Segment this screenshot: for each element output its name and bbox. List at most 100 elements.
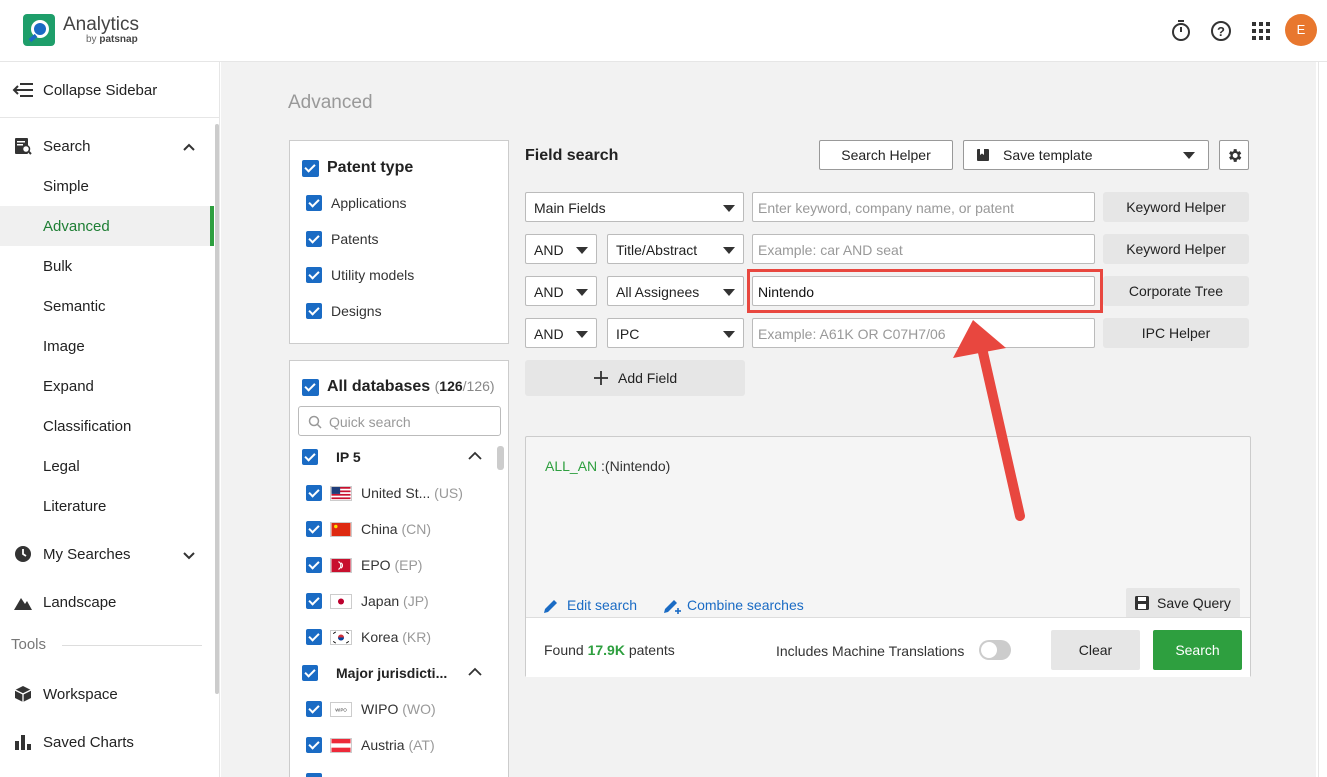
help-icon[interactable]: ? xyxy=(1209,19,1233,43)
search-icon xyxy=(308,415,322,429)
sidebar-item-label: Image xyxy=(43,338,85,355)
utility-models-checkbox[interactable] xyxy=(306,267,322,283)
corporate-tree-button[interactable]: Corporate Tree xyxy=(1103,276,1249,306)
chevron-up-icon[interactable] xyxy=(182,140,196,154)
sidebar-item-expand[interactable]: Expand xyxy=(0,366,214,406)
db-item-jp[interactable]: Japan (JP) xyxy=(361,593,429,609)
operator-select-row2[interactable]: AND xyxy=(525,234,597,264)
sidebar-item-advanced[interactable]: Advanced xyxy=(0,206,214,246)
chevron-up-icon[interactable] xyxy=(467,665,483,679)
page-scrollbar[interactable] xyxy=(1318,62,1327,777)
databases-panel: All databases (126/126) Quick search IP … xyxy=(289,360,509,777)
ipc-select[interactable]: IPC xyxy=(607,318,744,348)
cn-checkbox[interactable] xyxy=(306,521,322,537)
chevron-down-icon[interactable] xyxy=(182,548,196,562)
main-fields-input[interactable]: Enter keyword, company name, or patent xyxy=(752,192,1095,222)
sidebar-scrollbar[interactable] xyxy=(215,124,219,694)
databases-selected-count: 126 xyxy=(439,378,462,394)
patent-type-all-checkbox[interactable] xyxy=(302,160,319,177)
database-quick-search-input[interactable]: Quick search xyxy=(298,406,501,436)
search-button[interactable]: Search xyxy=(1153,630,1242,670)
title-abstract-select[interactable]: Title/Abstract xyxy=(607,234,744,264)
save-template-dropdown[interactable]: Save template xyxy=(963,140,1209,170)
save-query-button[interactable]: Save Query xyxy=(1126,588,1240,618)
db-name-us: United St... xyxy=(361,485,430,501)
tools-section-label: Tools xyxy=(11,636,46,653)
epo-logo-icon xyxy=(330,558,352,573)
next-db-checkbox[interactable] xyxy=(306,773,322,777)
analytics-logo-icon[interactable] xyxy=(23,14,55,46)
apps-grid-icon[interactable] xyxy=(1249,19,1273,43)
major-jurisdictions-checkbox[interactable] xyxy=(302,665,318,681)
wo-checkbox[interactable] xyxy=(306,701,322,717)
ep-checkbox[interactable] xyxy=(306,557,322,573)
sidebar-item-classification[interactable]: Classification xyxy=(0,406,214,446)
sidebar-item-legal[interactable]: Legal xyxy=(0,446,214,486)
designs-checkbox[interactable] xyxy=(306,303,322,319)
db-item-at[interactable]: Austria (AT) xyxy=(361,737,435,753)
operator-select-row3[interactable]: AND xyxy=(525,276,597,306)
sidebar-item-workspace-label: Workspace xyxy=(43,686,118,703)
machine-translations-toggle[interactable] xyxy=(979,640,1011,660)
us-checkbox[interactable] xyxy=(306,485,322,501)
caret-down-icon xyxy=(723,331,735,338)
sidebar-item-my-searches[interactable]: My Searches xyxy=(0,534,214,574)
sidebar-item-saved-charts[interactable]: Saved Charts xyxy=(0,722,214,762)
add-field-button[interactable]: Add Field xyxy=(525,360,745,396)
db-item-ep[interactable]: EPO (EP) xyxy=(361,557,422,573)
db-name-at: Austria xyxy=(361,737,405,753)
ipc-helper-button[interactable]: IPC Helper xyxy=(1103,318,1249,348)
plus-icon xyxy=(594,371,608,385)
db-item-cn[interactable]: China (CN) xyxy=(361,521,431,537)
db-item-wo[interactable]: WIPO (WO) xyxy=(361,701,436,717)
app-subtitle-brand: patsnap xyxy=(99,34,137,45)
at-checkbox[interactable] xyxy=(306,737,322,753)
databases-scrollbar[interactable] xyxy=(497,446,504,470)
sidebar-item-label: Literature xyxy=(43,498,106,515)
save-query-label: Save Query xyxy=(1157,595,1231,611)
operator-select-row4[interactable]: AND xyxy=(525,318,597,348)
search-helper-button[interactable]: Search Helper xyxy=(819,140,953,170)
sidebar-item-workspace[interactable]: Workspace xyxy=(0,674,214,714)
timer-icon[interactable] xyxy=(1169,19,1193,43)
sidebar-item-search[interactable]: Search xyxy=(0,126,214,166)
settings-button[interactable] xyxy=(1219,140,1249,170)
kr-checkbox[interactable] xyxy=(306,629,322,645)
quick-search-placeholder: Quick search xyxy=(329,414,411,430)
sidebar-item-simple[interactable]: Simple xyxy=(0,166,214,206)
ipc-input-placeholder: Example: A61K OR C07H7/06 xyxy=(758,326,946,342)
keyword-helper-button[interactable]: Keyword Helper xyxy=(1103,192,1249,222)
all-assignees-select[interactable]: All Assignees xyxy=(607,276,744,306)
edit-search-link[interactable]: Edit search xyxy=(567,597,637,613)
sidebar-item-literature[interactable]: Literature xyxy=(0,486,214,526)
ipc-input[interactable]: Example: A61K OR C07H7/06 xyxy=(752,318,1095,348)
db-item-us[interactable]: United St... (US) xyxy=(361,485,463,501)
operator-select-value: AND xyxy=(534,284,564,300)
collapse-icon xyxy=(12,81,34,99)
jp-checkbox[interactable] xyxy=(306,593,322,609)
sidebar-item-bulk[interactable]: Bulk xyxy=(0,246,214,286)
title-abstract-input[interactable]: Example: car AND seat xyxy=(752,234,1095,264)
field-search-title: Field search xyxy=(525,147,618,165)
db-item-kr[interactable]: Korea (KR) xyxy=(361,629,431,645)
caret-down-icon xyxy=(1183,152,1195,159)
sidebar-item-image[interactable]: Image xyxy=(0,326,214,366)
clear-button[interactable]: Clear xyxy=(1051,630,1140,670)
keyword-helper-button[interactable]: Keyword Helper xyxy=(1103,234,1249,264)
applications-label: Applications xyxy=(331,195,407,211)
sidebar-item-landscape[interactable]: Landscape xyxy=(0,582,214,622)
main-fields-select[interactable]: Main Fields xyxy=(525,192,744,222)
all-databases-checkbox[interactable] xyxy=(302,379,319,396)
applications-checkbox[interactable] xyxy=(306,195,322,211)
collapse-sidebar-button[interactable]: Collapse Sidebar xyxy=(0,62,219,118)
patents-checkbox[interactable] xyxy=(306,231,322,247)
korea-flag-icon xyxy=(330,630,352,645)
combine-searches-link[interactable]: Combine searches xyxy=(687,597,804,613)
db-code-cn: (CN) xyxy=(401,521,431,537)
annotation-arrow-icon xyxy=(950,318,1040,528)
chevron-up-icon[interactable] xyxy=(467,449,483,463)
user-avatar[interactable]: E xyxy=(1285,14,1317,46)
operator-select-value: AND xyxy=(534,326,564,342)
sidebar-item-semantic[interactable]: Semantic xyxy=(0,286,214,326)
ip5-group-checkbox[interactable] xyxy=(302,449,318,465)
